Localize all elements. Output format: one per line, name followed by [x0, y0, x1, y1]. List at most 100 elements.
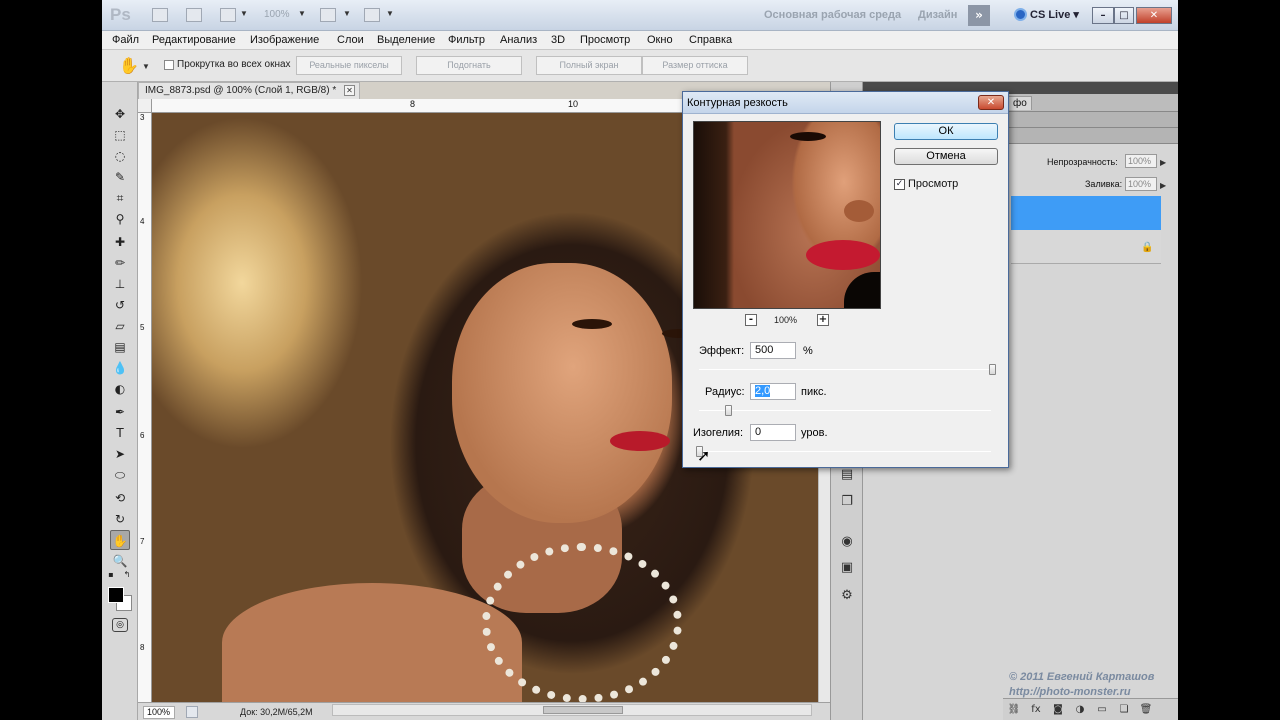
mini-bridge-icon[interactable] — [186, 8, 202, 22]
menu-edit[interactable]: Редактирование — [152, 34, 236, 46]
3d-rotate-tool-icon[interactable]: ⟲ — [110, 488, 130, 508]
shape-tool-icon[interactable]: ⬭ — [110, 465, 130, 485]
document-tab[interactable]: IMG_8873.psd @ 100% (Слой 1, RGB/8) * ✕ — [138, 82, 360, 99]
radius-input[interactable]: 2,0 — [750, 383, 796, 400]
actions-panel-icon[interactable]: ⚙ — [837, 587, 857, 605]
eyedropper-tool-icon[interactable]: ⚲ — [110, 209, 130, 229]
menu-file[interactable]: Файл — [112, 34, 139, 46]
maximize-button[interactable]: □ — [1114, 7, 1134, 24]
amount-slider[interactable] — [699, 369, 991, 370]
menu-filter[interactable]: Фильтр — [448, 34, 485, 46]
menu-image[interactable]: Изображение — [250, 34, 319, 46]
scroll-all-windows-checkbox[interactable] — [164, 60, 174, 70]
menu-window[interactable]: Окно — [647, 34, 673, 46]
more-workspaces-button[interactable]: » — [968, 5, 990, 26]
fill-screen-button[interactable]: Полный экран — [536, 56, 642, 75]
gradient-tool-icon[interactable]: ▤ — [110, 337, 130, 357]
close-document-icon[interactable]: ✕ — [344, 85, 355, 96]
vertical-ruler[interactable]: 3 4 5 6 7 8 — [138, 113, 152, 702]
lasso-tool-icon[interactable]: ◌ — [110, 146, 130, 166]
threshold-input[interactable]: 0 — [750, 424, 796, 441]
adjustment-layer-icon[interactable]: ◑ — [1073, 703, 1087, 716]
preview-zoom-in-button[interactable]: + — [817, 314, 829, 326]
layer-row-selected[interactable] — [1011, 196, 1161, 230]
hand-tool-icon[interactable]: ✋ — [110, 530, 130, 550]
menu-select[interactable]: Выделение — [377, 34, 435, 46]
menu-3d[interactable]: 3D — [551, 34, 565, 46]
radius-slider-thumb[interactable] — [725, 405, 732, 416]
arrange-documents-icon[interactable] — [320, 8, 336, 22]
print-size-button[interactable]: Размер оттиска — [642, 56, 748, 75]
foreground-color-swatch[interactable] — [108, 587, 124, 603]
history-brush-tool-icon[interactable]: ↺ — [110, 295, 130, 315]
pen-tool-icon[interactable]: ✒ — [110, 402, 130, 422]
cancel-button[interactable]: Отмена — [894, 148, 998, 165]
close-window-button[interactable]: ✕ — [1136, 7, 1172, 24]
preview-checkbox[interactable]: ✓ — [894, 179, 905, 190]
dodge-tool-icon[interactable]: ◐ — [110, 379, 130, 399]
crop-tool-icon[interactable]: ⌗ — [110, 188, 130, 208]
notes-panel-icon[interactable]: ▤ — [837, 466, 857, 484]
dialog-close-button[interactable]: ✕ — [978, 95, 1004, 110]
threshold-slider[interactable] — [699, 451, 991, 452]
layer-comps-panel-icon[interactable]: ❐ — [837, 493, 857, 511]
radius-slider[interactable] — [699, 410, 991, 411]
cs-live-menu[interactable]: CS Live ▾ — [1014, 8, 1079, 21]
preview-zoom-out-button[interactable]: - — [745, 314, 757, 326]
dialog-titlebar[interactable]: Контурная резкость ✕ — [683, 92, 1008, 114]
workspace-essentials[interactable]: Основная рабочая среда — [764, 9, 901, 21]
amount-input[interactable]: 500 — [750, 342, 796, 359]
view-extras-icon[interactable] — [220, 8, 236, 22]
opacity-field[interactable]: 100% — [1125, 154, 1157, 168]
minimize-button[interactable]: – — [1092, 7, 1114, 24]
brush-tool-icon[interactable]: ✏ — [110, 253, 130, 273]
path-selection-tool-icon[interactable]: ➤ — [110, 444, 130, 464]
status-zoom-field[interactable]: 100% — [143, 706, 175, 719]
actual-pixels-button[interactable]: Реальные пикселы — [296, 56, 402, 75]
menu-view[interactable]: Просмотр — [580, 34, 630, 46]
type-tool-icon[interactable]: T — [110, 423, 130, 443]
menu-layers[interactable]: Слои — [337, 34, 364, 46]
clone-stamp-tool-icon[interactable]: ⊥ — [110, 274, 130, 294]
screen-mode-dropdown-icon[interactable]: ▼ — [386, 9, 394, 18]
zoom-dropdown-icon[interactable]: ▼ — [298, 9, 306, 18]
blur-tool-icon[interactable]: 💧 — [110, 358, 130, 378]
ruler-origin[interactable] — [138, 99, 152, 113]
hand-tool-preset-icon[interactable]: ✋ — [119, 56, 139, 76]
status-info-icon[interactable] — [186, 706, 198, 718]
eraser-tool-icon[interactable]: ▱ — [110, 316, 130, 336]
layer-row[interactable] — [1011, 230, 1161, 264]
swap-colors-icon[interactable]: ↰ — [122, 570, 132, 580]
quick-selection-tool-icon[interactable]: ✎ — [110, 167, 130, 187]
menu-help[interactable]: Справка — [689, 34, 732, 46]
fill-field[interactable]: 100% — [1125, 177, 1157, 191]
history-panel-icon[interactable]: ▣ — [837, 559, 857, 577]
tool-preset-dropdown-icon[interactable]: ▼ — [142, 62, 150, 71]
opacity-dropdown-icon[interactable]: ▶ — [1160, 158, 1166, 167]
fit-screen-button[interactable]: Подогнать — [416, 56, 522, 75]
view-extras-dropdown-icon[interactable]: ▼ — [240, 9, 248, 18]
3d-panel-icon[interactable]: ◉ — [837, 533, 857, 551]
delete-layer-icon[interactable]: 🗑 — [1139, 703, 1153, 716]
horizontal-scroll-thumb[interactable] — [543, 706, 623, 714]
bridge-icon[interactable] — [152, 8, 168, 22]
zoom-tool-icon[interactable]: 🔍 — [110, 551, 130, 571]
ok-button[interactable]: ОК — [894, 123, 998, 140]
default-colors-icon[interactable]: ▪ — [106, 570, 116, 580]
arrange-dropdown-icon[interactable]: ▼ — [343, 9, 351, 18]
add-style-icon[interactable]: fx — [1029, 703, 1043, 716]
move-tool-icon[interactable]: ✥ — [110, 104, 130, 124]
add-mask-icon[interactable]: ◙ — [1051, 703, 1065, 716]
horizontal-scrollbar[interactable] — [332, 704, 812, 716]
fill-dropdown-icon[interactable]: ▶ — [1160, 181, 1166, 190]
zoom-level[interactable]: 100% — [264, 9, 290, 20]
marquee-tool-icon[interactable]: ⬚ — [110, 125, 130, 145]
new-group-icon[interactable]: ▭ — [1095, 703, 1109, 716]
3d-orbit-tool-icon[interactable]: ↻ — [110, 509, 130, 529]
workspace-design[interactable]: Дизайн — [918, 9, 957, 21]
tab-info[interactable]: фо — [1008, 96, 1032, 110]
quick-mask-icon[interactable]: ◎ — [112, 618, 128, 632]
new-layer-icon[interactable]: ❏ — [1117, 703, 1131, 716]
healing-brush-tool-icon[interactable]: ✚ — [110, 232, 130, 252]
screen-mode-icon[interactable] — [364, 8, 380, 22]
